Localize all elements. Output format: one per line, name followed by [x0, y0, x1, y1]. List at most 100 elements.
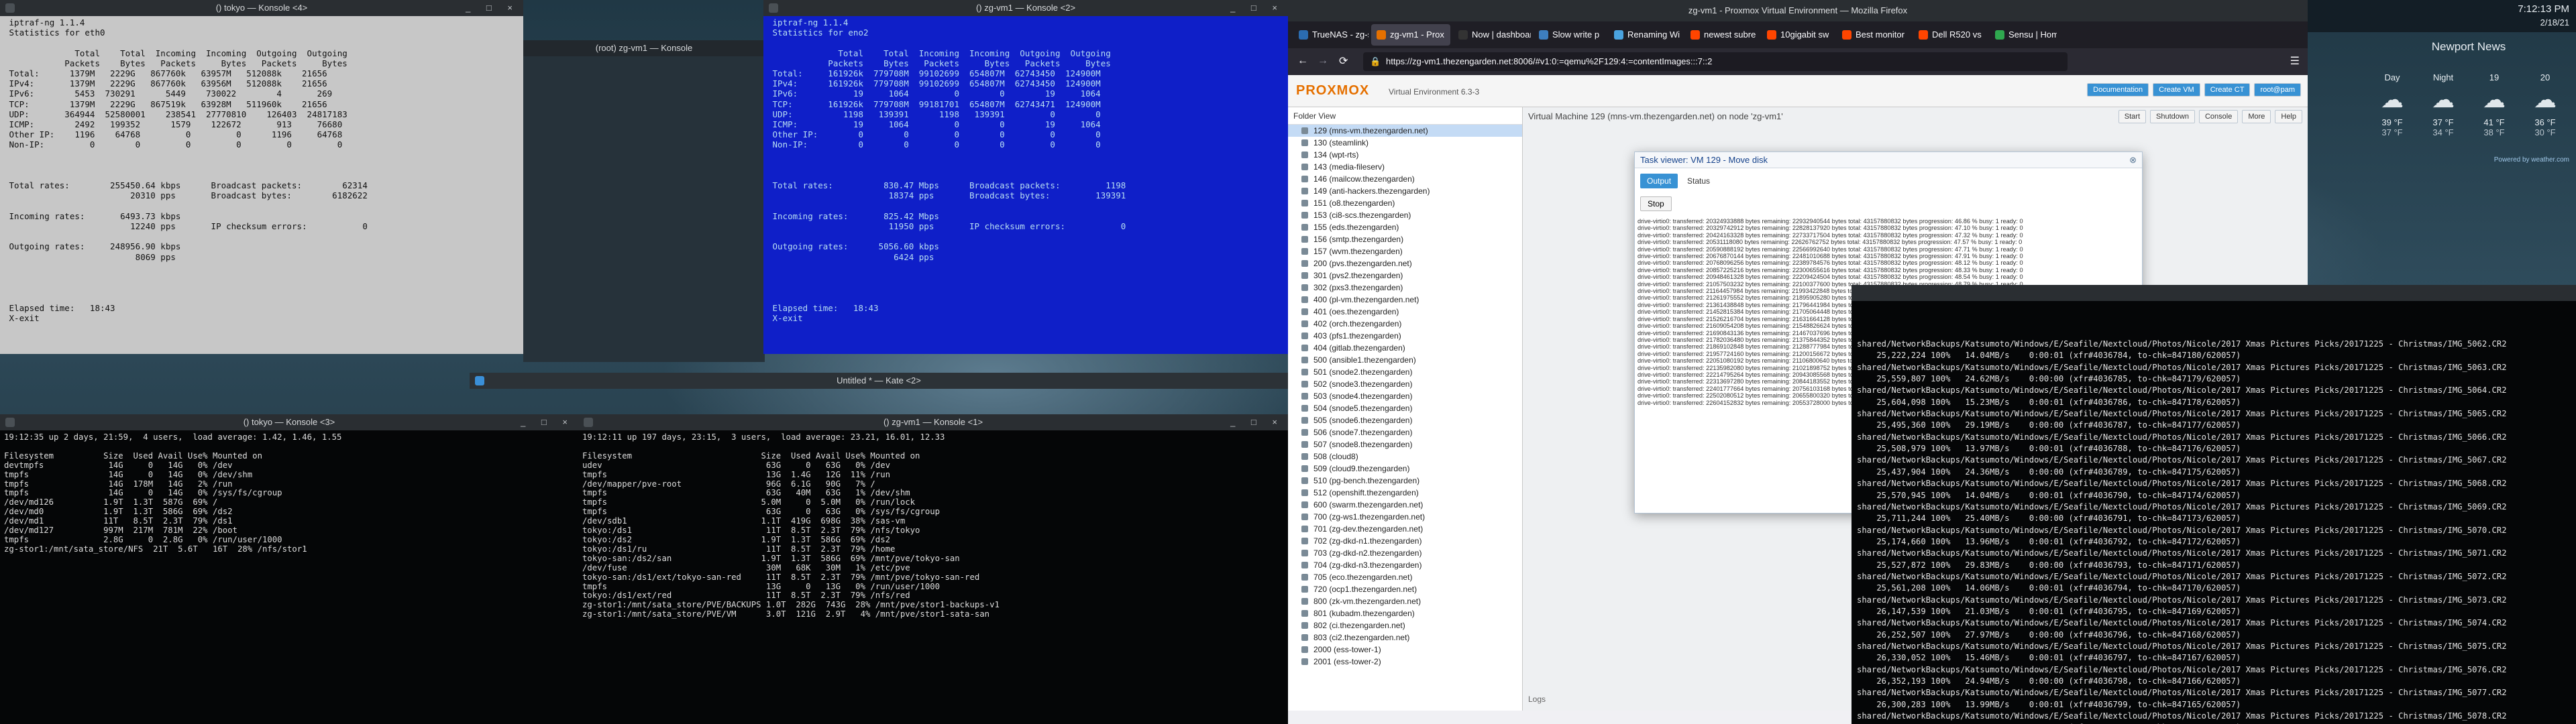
tree-item[interactable]: 508 (cloud8): [1288, 450, 1522, 463]
url-bar[interactable]: 🔒 https://zg-vm1.thezengarden.net:8006/#v…: [1363, 52, 2068, 71]
tree-item[interactable]: 143 (media-fileserv): [1288, 161, 1522, 173]
window-titlebar[interactable]: Untitled * — Kate <2>: [470, 373, 1288, 389]
tree-item[interactable]: 502 (snode3.thezengarden): [1288, 378, 1522, 390]
back-icon[interactable]: ←: [1297, 55, 1308, 67]
tree-item[interactable]: 720 (ocp1.thezengarden.net): [1288, 583, 1522, 595]
tree-item[interactable]: 156 (smtp.thezengarden): [1288, 233, 1522, 245]
konsole-zgvm1-iptraf[interactable]: () zg-vm1 — Konsole <2> _ □ × iptraf-ng 1…: [763, 0, 1288, 354]
window-controls[interactable]: _ □ ×: [1230, 0, 1284, 16]
tree-item[interactable]: 801 (kubadm.thezengarden): [1288, 607, 1522, 619]
tree-item[interactable]: 302 (pxs3.thezengarden): [1288, 282, 1522, 294]
rsync-terminal[interactable]: shared/NetworkBackups/Katsumoto/Windows/…: [1851, 285, 2576, 724]
browser-tab[interactable]: Sensu | Hom: [1990, 24, 2057, 46]
window-controls[interactable]: _ □ ×: [1230, 414, 1284, 430]
toolbar-button[interactable]: Shutdown: [2150, 110, 2195, 123]
tree-item[interactable]: 134 (wpt-rts): [1288, 149, 1522, 161]
konsole-tokyo-iptraf[interactable]: () tokyo — Konsole <4> _ □ × iptraf-ng 1.…: [0, 0, 523, 354]
tree-item[interactable]: 2001 (ess-tower-2): [1288, 656, 1522, 668]
tree-item[interactable]: 400 (pl-vm.thezengarden.net): [1288, 294, 1522, 306]
tree-item[interactable]: 700 (zg-ws1.thezengarden.net): [1288, 511, 1522, 523]
tree-item[interactable]: 301 (pvs2.thezengarden): [1288, 269, 1522, 282]
toolbar-button[interactable]: Documentation: [2087, 83, 2149, 97]
tree-item[interactable]: 701 (zg-dev.thezengarden.net): [1288, 523, 1522, 535]
toolbar-button[interactable]: Create CT: [2204, 83, 2251, 97]
tree-item[interactable]: 800 (zk-vm.thezengarden.net): [1288, 595, 1522, 607]
browser-tab[interactable]: Renaming Wi: [1609, 24, 1682, 46]
tree-item[interactable]: 146 (mailcow.thezengarden): [1288, 173, 1522, 185]
konsole-root-background[interactable]: (root) zg-vm1 — Konsole: [523, 40, 765, 362]
browser-tab[interactable]: 10gigabit sw: [1762, 24, 1834, 46]
view-selector[interactable]: Folder View: [1288, 107, 1522, 125]
forward-icon[interactable]: →: [1318, 55, 1328, 67]
window-title: zg-vm1 - Proxmox Virtual Environment — M…: [1688, 5, 1908, 15]
tree-item[interactable]: 705 (eco.thezengarden.net): [1288, 571, 1522, 583]
konsole-tokyo-df[interactable]: () tokyo — Konsole <3> _ □ × 19:12:35 up …: [0, 414, 578, 724]
firefox-titlebar[interactable]: zg-vm1 - Proxmox Virtual Environment — M…: [1288, 0, 2308, 21]
tree-item[interactable]: 404 (gitlab.thezengarden): [1288, 342, 1522, 354]
tree-item[interactable]: 504 (snode5.thezengarden): [1288, 402, 1522, 414]
browser-tab[interactable]: zg-vm1 - Prox: [1371, 24, 1450, 46]
browser-tab[interactable]: newest subre: [1685, 24, 1759, 46]
tree-item[interactable]: 403 (pfs1.thezengarden): [1288, 330, 1522, 342]
toolbar-button[interactable]: root@pam: [2254, 83, 2301, 97]
tree-item[interactable]: 2000 (ess-tower-1): [1288, 644, 1522, 656]
window-titlebar[interactable]: () zg-vm1 — Konsole <2> _ □ ×: [763, 0, 1288, 16]
tree-item[interactable]: 500 (ansible1.thezengarden): [1288, 354, 1522, 366]
tree-item[interactable]: 200 (pvs.thezengarden.net): [1288, 257, 1522, 269]
terminal-line: Outgoing rates: 5056.60 kbps: [767, 241, 939, 252]
vm-icon: [1301, 429, 1308, 436]
window-titlebar[interactable]: () tokyo — Konsole <3> _ □ ×: [0, 414, 578, 430]
toolbar-button[interactable]: Start: [2118, 110, 2147, 123]
window-titlebar[interactable]: () tokyo — Konsole <4> _ □ ×: [0, 0, 523, 16]
reload-icon[interactable]: ⟳: [1339, 54, 1348, 68]
tree-item[interactable]: 151 (o8.thezengarden): [1288, 197, 1522, 209]
tree-item[interactable]: 702 (zg-dkd-n1.thezengarden): [1288, 535, 1522, 547]
browser-tab[interactable]: Best monitor: [1837, 24, 1911, 46]
tab-output[interactable]: Output: [1640, 174, 1678, 188]
tree-item[interactable]: 501 (snode2.thezengarden): [1288, 366, 1522, 378]
window-controls[interactable]: _ □ ×: [521, 414, 574, 430]
tree-item[interactable]: 507 (snode8.thezengarden): [1288, 438, 1522, 450]
tree-item[interactable]: 600 (swarm.thezengarden.net): [1288, 499, 1522, 511]
tree-item[interactable]: 505 (snode6.thezengarden): [1288, 414, 1522, 426]
tab-status[interactable]: Status: [1680, 174, 1717, 188]
tree-item[interactable]: 509 (cloud9.thezengarden): [1288, 463, 1522, 475]
window-titlebar[interactable]: () zg-vm1 — Konsole <1> _ □ ×: [578, 414, 1288, 430]
weather-widget[interactable]: Newport News Day ☁ 39 °F 37 °F Night ☁ 37 °F 34…: [2361, 40, 2576, 215]
tree-item[interactable]: 503 (snode4.thezengarden): [1288, 390, 1522, 402]
tree-item[interactable]: 506 (snode7.thezengarden): [1288, 426, 1522, 438]
tree-item[interactable]: 401 (oes.thezengarden): [1288, 306, 1522, 318]
window-controls[interactable]: _ □ ×: [466, 0, 519, 16]
tree-item[interactable]: 703 (zg-dkd-n2.thezengarden): [1288, 547, 1522, 559]
tree-item[interactable]: 402 (orch.thezengarden): [1288, 318, 1522, 330]
toolbar-button[interactable]: Create VM: [2153, 83, 2200, 97]
tree-item[interactable]: 153 (ci8-scs.thezengarden): [1288, 209, 1522, 221]
browser-tab[interactable]: Now | dashboar: [1453, 24, 1531, 46]
tree-item[interactable]: 155 (eds.thezengarden): [1288, 221, 1522, 233]
browser-tab[interactable]: Slow write p: [1534, 24, 1606, 46]
stop-button[interactable]: Stop: [1640, 196, 1672, 211]
tree-item[interactable]: 130 (steamlink): [1288, 137, 1522, 149]
tree-item[interactable]: 149 (anti-hackers.thezengarden): [1288, 185, 1522, 197]
window-titlebar[interactable]: (root) zg-vm1 — Konsole: [523, 40, 765, 56]
kate-window[interactable]: Untitled * — Kate <2>: [470, 373, 1288, 389]
tree-item[interactable]: 512 (openshift.thezengarden): [1288, 487, 1522, 499]
tree-item[interactable]: 129 (mns-vm.thezengarden.net): [1288, 125, 1522, 137]
tree-item[interactable]: 510 (pg-bench.thezengarden): [1288, 475, 1522, 487]
tree-item[interactable]: 803 (ci2.thezengarden.net): [1288, 631, 1522, 644]
close-icon[interactable]: ⊗: [2129, 152, 2137, 168]
window-titlebar[interactable]: [1851, 285, 2576, 301]
tab-favicon-icon: [1539, 30, 1548, 40]
konsole-zgvm1-df[interactable]: () zg-vm1 — Konsole <1> _ □ × 19:12:11 up…: [578, 414, 1288, 724]
tree-item[interactable]: 157 (wvm.thezengarden): [1288, 245, 1522, 257]
browser-tab[interactable]: Dell R520 vs: [1913, 24, 1987, 46]
menu-icon[interactable]: ☰: [2290, 54, 2300, 68]
clock[interactable]: 7:12:13 PM 2/18/21: [2518, 3, 2569, 29]
toolbar-button[interactable]: Console: [2198, 110, 2239, 123]
tree-item[interactable]: 704 (zg-dkd-n3.thezengarden): [1288, 559, 1522, 571]
tree-item[interactable]: 802 (ci.thezengarden.net): [1288, 619, 1522, 631]
toolbar-button[interactable]: More: [2242, 110, 2271, 123]
browser-tab[interactable]: TrueNAS - zg-stor: [1293, 24, 1368, 46]
window-title: () zg-vm1 — Konsole <1>: [883, 417, 983, 427]
toolbar-button[interactable]: Help: [2275, 110, 2302, 123]
